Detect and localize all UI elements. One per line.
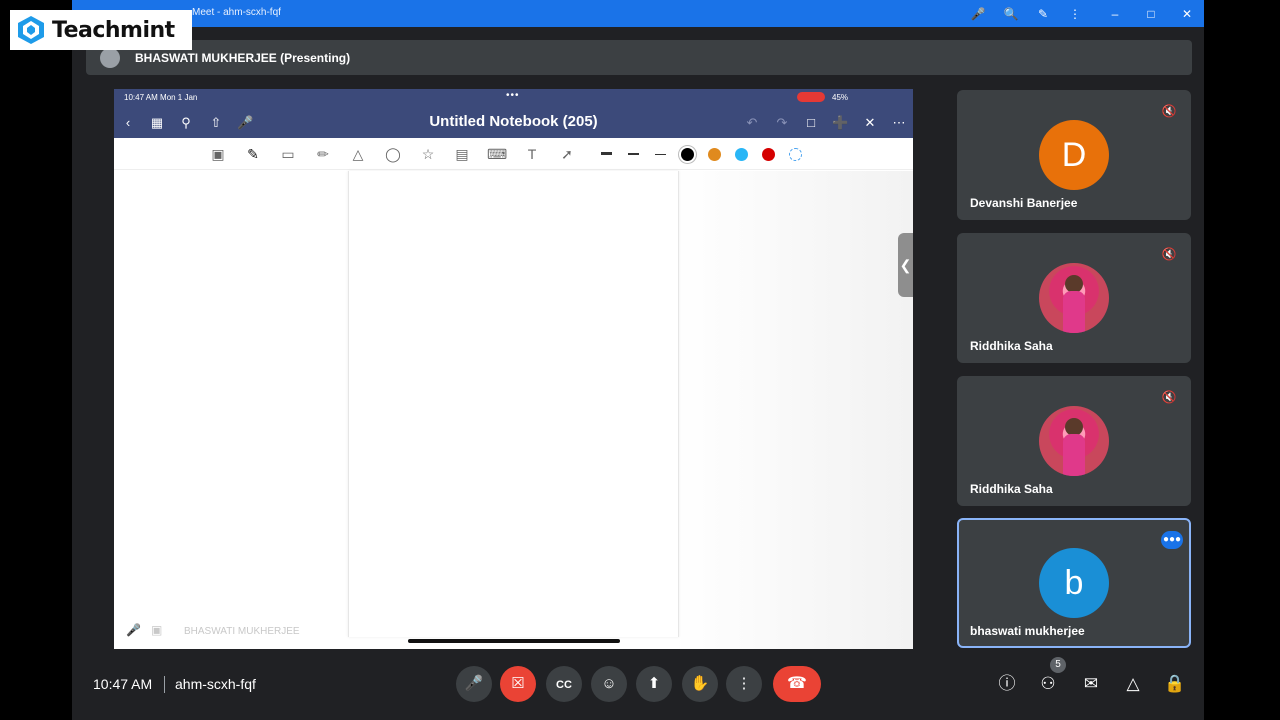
image-tool-icon[interactable]: ▣: [208, 145, 228, 163]
maximize-icon[interactable]: □: [1143, 6, 1159, 22]
presenter-footer-icons: 🎤 ▣: [126, 623, 163, 637]
shared-screen: 10:47 AM Mon 1 Jan ••• 45% ‹ ▦ ⚲ ⇧ 🎤 Unt…: [114, 89, 913, 649]
presenter-avatar: [100, 48, 120, 68]
participant-tile[interactable]: D 🔇 Devanshi Banerjee: [957, 90, 1191, 220]
more-icon[interactable]: ⋯: [891, 115, 907, 131]
minimize-icon[interactable]: –: [1107, 6, 1123, 22]
participant-name: Riddhika Saha: [970, 482, 1053, 496]
mic-off-icon: 🔇: [1161, 390, 1177, 404]
host-controls-icon[interactable]: 🔒: [1164, 673, 1186, 695]
close-icon[interactable]: ✕: [1179, 6, 1195, 22]
lasso-icon[interactable]: ◯: [383, 145, 403, 163]
photo-icon[interactable]: ▤: [452, 145, 472, 163]
notebook-canvas[interactable]: ❮: [114, 171, 913, 649]
emoji-icon: ☺: [601, 675, 617, 692]
participant-name: Riddhika Saha: [970, 339, 1053, 353]
laser-pointer-icon[interactable]: ➚: [557, 145, 577, 163]
mic-off-icon: 🔇: [1161, 247, 1177, 261]
leave-call-button[interactable]: ☎: [773, 666, 821, 702]
participant-avatar: b: [1039, 548, 1109, 618]
microphone-icon[interactable]: 🎤: [970, 6, 986, 22]
present-button[interactable]: ⬆: [636, 666, 672, 702]
divider: [164, 676, 165, 693]
add-page-icon[interactable]: ➕: [832, 115, 848, 131]
drawing-toolbar: ▣ ✎ ▭ ✏ △ ◯ ☆ ▤ ⌨ T ➚: [114, 138, 913, 170]
redo-icon[interactable]: ↷: [774, 115, 790, 131]
notebook-title[interactable]: Untitled Notebook (205): [114, 113, 913, 130]
color-swatch-black[interactable]: [681, 148, 694, 161]
participant-tile[interactable]: 🔇 Riddhika Saha: [957, 376, 1191, 506]
presenter-name: BHASWATI MUKHERJEE (Presenting): [135, 51, 351, 65]
battery-level: 45%: [832, 93, 849, 102]
hand-icon: ✋: [690, 675, 710, 692]
sticker-icon[interactable]: ☆: [418, 145, 438, 163]
device-status-time: 10:47 AM Mon 1 Jan: [124, 93, 198, 102]
close-notebook-icon[interactable]: ✕: [862, 115, 878, 131]
video-off-icon: ☒: [511, 675, 525, 692]
presenter-footer-name: BHASWATI MUKHERJEE: [184, 626, 300, 637]
meeting-clock: 10:47 AM: [93, 676, 153, 692]
color-picker-icon[interactable]: [789, 148, 802, 161]
eraser-icon[interactable]: ▭: [278, 145, 298, 163]
meeting-code[interactable]: ahm-scxh-fqf: [175, 676, 256, 692]
bookmark-icon[interactable]: □: [803, 115, 819, 131]
stroke-medium[interactable]: [628, 153, 639, 155]
participant-name: bhaswati mukherjee: [970, 624, 1085, 638]
reactions-button[interactable]: ☺: [591, 666, 627, 702]
browser-tab-title: Meet - ahm-scxh-fqf: [192, 7, 281, 18]
home-indicator: [408, 639, 620, 643]
raise-hand-button[interactable]: ✋: [682, 666, 718, 702]
activities-icon[interactable]: △: [1122, 673, 1144, 695]
color-swatch-orange[interactable]: [708, 148, 721, 161]
people-count-badge: 5: [1050, 657, 1066, 673]
more-options-button[interactable]: ⋮: [726, 666, 762, 702]
captions-icon: CC: [556, 679, 572, 691]
pen-icon[interactable]: ✎: [243, 145, 263, 163]
phone-hangup-icon: ☎: [787, 675, 807, 692]
teachmint-watermark: Teachmint: [10, 10, 192, 50]
shapes-icon[interactable]: △: [348, 145, 368, 163]
participant-avatar: [1039, 263, 1109, 333]
speaking-indicator-icon: ●●●: [1161, 531, 1183, 549]
stroke-thin[interactable]: [655, 154, 666, 155]
notebook-page[interactable]: [348, 171, 679, 637]
extensions-icon[interactable]: ✎: [1035, 6, 1051, 22]
text-box-icon[interactable]: T: [522, 145, 542, 163]
keyboard-icon[interactable]: ⌨: [487, 145, 507, 163]
multitask-dots-icon: •••: [506, 90, 520, 101]
mic-icon: 🎤: [464, 675, 484, 692]
more-vert-icon[interactable]: ⋮: [1067, 6, 1083, 22]
teachmint-logo-icon: [18, 16, 44, 44]
captions-button[interactable]: CC: [546, 666, 582, 702]
participant-avatar: [1039, 406, 1109, 476]
side-panel-handle[interactable]: ❮: [898, 233, 913, 297]
color-swatch-cyan[interactable]: [735, 148, 748, 161]
people-icon[interactable]: ⚇: [1037, 673, 1059, 695]
zoom-icon[interactable]: 🔍: [1003, 6, 1019, 22]
undo-icon[interactable]: ↶: [744, 115, 760, 131]
notebook-header: 10:47 AM Mon 1 Jan ••• 45% ‹ ▦ ⚲ ⇧ 🎤 Unt…: [114, 89, 913, 138]
present-screen-icon: ⬆: [647, 675, 661, 692]
highlighter-icon[interactable]: ✏: [313, 145, 333, 163]
teachmint-wordmark: Teachmint: [52, 17, 175, 43]
camera-off-button[interactable]: ☒: [500, 666, 536, 702]
participant-tile[interactable]: 🔇 Riddhika Saha: [957, 233, 1191, 363]
more-vert-icon: ⋮: [736, 675, 752, 692]
participant-name: Devanshi Banerjee: [970, 196, 1078, 210]
browser-title-bar: Meet - ahm-scxh-fqf 🎤 🔍 ✎ ⋮ – □ ✕: [72, 0, 1204, 27]
color-swatch-red[interactable]: [762, 148, 775, 161]
meet-window: Meet - ahm-scxh-fqf 🎤 🔍 ✎ ⋮ – □ ✕ Teachm…: [0, 0, 1280, 720]
participant-avatar: D: [1039, 120, 1109, 190]
participant-tile-self[interactable]: b ●●● bhaswati mukherjee: [957, 518, 1191, 648]
stroke-thick[interactable]: [601, 152, 612, 155]
chat-icon[interactable]: ✉: [1080, 673, 1102, 695]
microphone-button[interactable]: 🎤: [456, 666, 492, 702]
recording-indicator: [797, 92, 825, 102]
mic-off-icon: 🔇: [1161, 104, 1177, 118]
presenter-banner: BHASWATI MUKHERJEE (Presenting): [86, 40, 1192, 75]
meeting-info-icon[interactable]: ⓘ: [996, 673, 1018, 695]
